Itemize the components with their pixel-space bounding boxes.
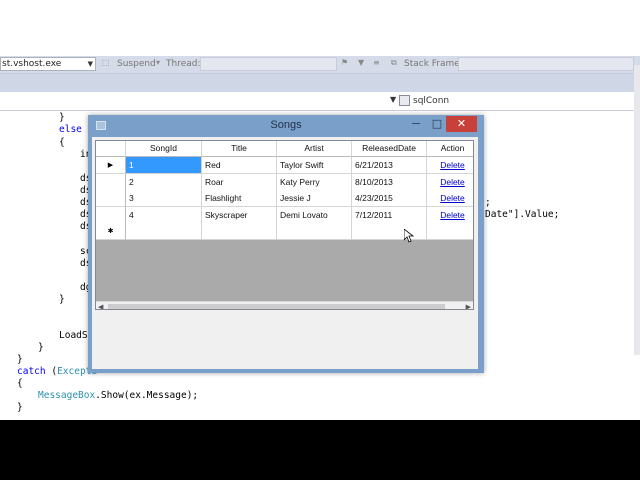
cell-artist[interactable]: Jessie J xyxy=(277,190,352,207)
delete-link[interactable]: Delete xyxy=(427,207,473,224)
code-line: } xyxy=(59,294,65,305)
cell-songid[interactable]: 2 xyxy=(126,174,202,191)
new-row-cell[interactable] xyxy=(277,223,352,240)
code-line: { xyxy=(17,378,23,389)
code-line: Date"].Value; xyxy=(485,209,560,220)
threads-icon[interactable]: ≡ xyxy=(373,58,380,67)
chevron-down-icon: ▼ xyxy=(87,60,93,68)
code-type: MessageBox xyxy=(38,390,96,401)
cell-releaseddate[interactable]: 6/21/2013 xyxy=(352,157,427,174)
code-text: .Show(ex.Message); xyxy=(95,390,199,401)
code-line: } xyxy=(17,354,23,365)
thread-dropdown[interactable] xyxy=(200,57,337,71)
title-bar[interactable]: Songs ─ □ ✕ xyxy=(88,115,484,137)
editor-navigation-bar: ▼ sqlConn xyxy=(0,93,640,111)
code-line: MessageBox.Show(ex.Message); xyxy=(38,390,198,402)
cell-title[interactable]: Red xyxy=(202,157,277,174)
process-dropdown[interactable]: st.vshost.exe ▼ xyxy=(0,57,96,71)
thread-label: Thread: xyxy=(166,59,201,69)
window-title: Songs xyxy=(270,119,302,131)
process-name: st.vshost.exe xyxy=(2,59,62,69)
stack-frame-label: Stack Frame: xyxy=(404,59,463,69)
cell-songid[interactable]: 3 xyxy=(126,190,202,207)
code-text: ( xyxy=(45,366,58,377)
member-name: sqlConn xyxy=(413,96,450,106)
editor-tab-well xyxy=(0,74,640,92)
column-header-songid[interactable]: SongId xyxy=(126,141,202,157)
cell-title[interactable]: Skyscraper xyxy=(202,207,277,224)
cell-title[interactable]: Roar xyxy=(202,174,277,191)
form-client-area: ◀ ▶ SongId Title Artist ReleasedDate Action ▶… xyxy=(92,137,478,369)
maximize-button[interactable]: □ xyxy=(429,117,445,133)
chevron-down-icon[interactable]: ▼ xyxy=(390,95,396,104)
stack-frame-icon: ⧉ xyxy=(391,58,397,67)
chevron-down-icon: ▾ xyxy=(156,58,161,67)
horizontal-scrollbar[interactable]: ◀ ▶ xyxy=(96,301,473,309)
new-row-cell[interactable] xyxy=(202,223,277,240)
row-header[interactable]: ✱ xyxy=(96,223,126,240)
editor-vertical-scrollbar[interactable] xyxy=(634,65,640,355)
suspend-icon: ⬚ xyxy=(102,58,110,67)
code-line: catch (Excepti xyxy=(17,366,97,378)
cell-songid[interactable]: 1 xyxy=(126,157,202,174)
code-line: } xyxy=(17,402,23,413)
new-row-cell[interactable] xyxy=(352,223,427,240)
mouse-cursor-icon xyxy=(404,229,414,243)
code-line: } xyxy=(38,342,44,353)
scroll-left-icon[interactable]: ◀ xyxy=(98,302,103,309)
code-keyword: catch xyxy=(17,366,46,377)
column-header-releaseddate[interactable]: ReleasedDate xyxy=(352,141,427,157)
field-icon xyxy=(399,95,410,106)
suspend-button[interactable]: Suspend xyxy=(117,58,156,71)
new-row-cell[interactable] xyxy=(427,223,473,240)
code-line: } xyxy=(59,112,65,123)
visual-studio-screen: st.vshost.exe ▼ ⬚ Suspend ▾ Thread: ⚑ ▼ … xyxy=(0,0,640,420)
flag-icon[interactable]: ⚑ xyxy=(341,58,348,67)
new-row-cell[interactable] xyxy=(126,223,202,240)
cell-title[interactable]: Flashlight xyxy=(202,190,277,207)
scroll-thumb[interactable] xyxy=(108,304,445,309)
column-header-title[interactable]: Title xyxy=(202,141,277,157)
cell-releaseddate[interactable]: 7/12/2011 xyxy=(352,207,427,224)
debug-toolbar: st.vshost.exe ▼ ⬚ Suspend ▾ Thread: ⚑ ▼ … xyxy=(0,56,640,74)
songs-datagrid[interactable]: ◀ ▶ SongId Title Artist ReleasedDate Action ▶… xyxy=(95,140,474,310)
member-dropdown[interactable]: sqlConn xyxy=(397,94,640,108)
cell-releaseddate[interactable]: 8/10/2013 xyxy=(352,174,427,191)
row-header[interactable] xyxy=(96,190,126,207)
cell-releaseddate[interactable]: 4/23/2015 xyxy=(352,190,427,207)
corner-header[interactable] xyxy=(96,141,126,157)
row-header[interactable] xyxy=(96,174,126,191)
cell-songid[interactable]: 4 xyxy=(126,207,202,224)
cell-artist[interactable]: Demi Lovato xyxy=(277,207,352,224)
delete-link[interactable]: Delete xyxy=(427,174,473,191)
column-header-action[interactable]: Action xyxy=(427,141,473,157)
close-button[interactable]: ✕ xyxy=(446,116,477,132)
row-header[interactable]: ▶ xyxy=(96,157,126,174)
minimize-button[interactable]: ─ xyxy=(408,117,424,133)
stack-frame-dropdown[interactable] xyxy=(458,57,634,71)
delete-link[interactable]: Delete xyxy=(427,190,473,207)
scroll-right-icon[interactable]: ▶ xyxy=(466,302,471,309)
code-line: ; xyxy=(485,197,491,208)
filter-icon[interactable]: ▼ xyxy=(358,58,364,67)
delete-link[interactable]: Delete xyxy=(427,157,473,174)
cell-artist[interactable]: Katy Perry xyxy=(277,174,352,191)
row-header[interactable] xyxy=(96,207,126,224)
songs-window: Songs ─ □ ✕ ◀ ▶ SongId Title Artist Release… xyxy=(88,115,484,373)
cell-artist[interactable]: Taylor Swift xyxy=(277,157,352,174)
column-header-artist[interactable]: Artist xyxy=(277,141,352,157)
code-line: { xyxy=(59,137,65,148)
